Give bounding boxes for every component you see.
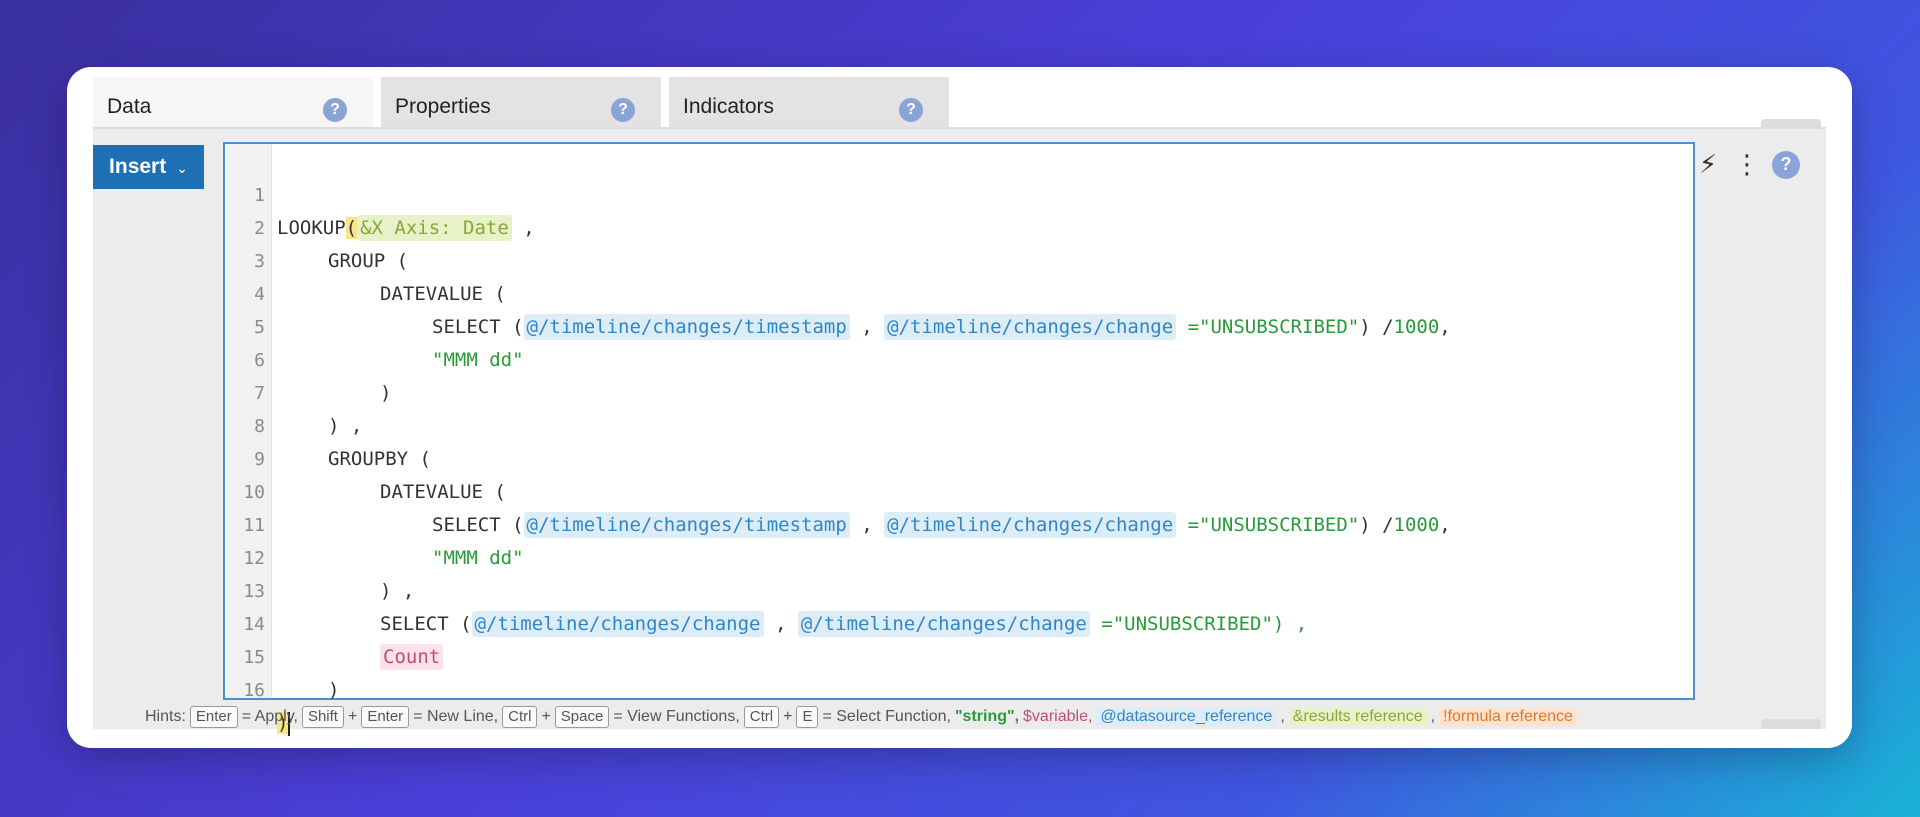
code-line-13: 13 SELECT (@/timeline/changes/change , @… bbox=[225, 542, 1307, 637]
code-line-8: 8 GROUPBY ( bbox=[225, 377, 431, 470]
code-line-11: 11 "MMM dd" bbox=[225, 476, 523, 569]
hint-new-line: = New Line, bbox=[413, 708, 499, 725]
editor-toolbar: ⚡ ⋮ ? bbox=[1696, 149, 1800, 180]
code-line-7: 7 ) , bbox=[225, 344, 362, 437]
code-line-4: 4 SELECT (@/timeline/changes/timestamp ,… bbox=[225, 245, 1451, 340]
plus-sign: + bbox=[541, 708, 551, 725]
key-ctrl: Ctrl bbox=[743, 706, 780, 728]
paren-token: ) bbox=[380, 382, 392, 404]
insert-label: Insert bbox=[109, 155, 167, 178]
paren-token: ) bbox=[328, 679, 340, 701]
datasource-reference-token[interactable]: @/timeline/changes/change bbox=[471, 611, 764, 637]
string-token: ="UNSUBSCRIBED") , bbox=[1101, 613, 1308, 635]
hint-view-functions: = View Functions, bbox=[613, 708, 740, 725]
tab-properties-label: Properties bbox=[395, 95, 491, 118]
function-token: GROUPBY ( bbox=[328, 448, 431, 470]
lightning-icon[interactable]: ⚡ bbox=[1696, 149, 1720, 180]
code-line-6: 6 ) bbox=[225, 311, 391, 404]
chevron-down-icon: ⌄ bbox=[176, 159, 188, 176]
datasource-reference-token[interactable]: @/timeline/changes/timestamp bbox=[523, 512, 850, 538]
operator-token: ) / bbox=[1359, 514, 1394, 536]
formula-editor-panel: Data ? Properties ? Indicators ? Insert … bbox=[67, 67, 1852, 748]
comma-token: , bbox=[1439, 514, 1451, 536]
hint-select-function: = Select Function, bbox=[822, 708, 951, 725]
hint-variable: $variable, bbox=[1023, 708, 1093, 725]
function-token: SELECT ( bbox=[432, 514, 524, 536]
string-token: ="UNSUBSCRIBED" bbox=[1187, 316, 1360, 338]
operator-token: ) / bbox=[1359, 316, 1394, 338]
function-token: GROUP ( bbox=[328, 250, 409, 272]
key-e: E bbox=[796, 706, 819, 728]
number-token: 1000 bbox=[1393, 514, 1440, 536]
help-icon[interactable]: ? bbox=[323, 98, 347, 122]
datasource-reference-token[interactable]: @/timeline/changes/timestamp bbox=[523, 314, 850, 340]
function-token: SELECT ( bbox=[432, 316, 524, 338]
comma-token: , bbox=[523, 217, 535, 239]
hint-comma: , bbox=[1430, 708, 1436, 725]
code-line-15: 15 ) bbox=[225, 608, 339, 701]
function-token: DATEVALUE ( bbox=[380, 481, 506, 503]
function-token: DATEVALUE ( bbox=[380, 283, 506, 305]
plus-sign: + bbox=[783, 708, 793, 725]
function-token: SELECT ( bbox=[380, 613, 472, 635]
code-line-9: 9 DATEVALUE ( bbox=[225, 410, 506, 503]
hints-label: Hints: bbox=[145, 708, 186, 725]
hint-comma: , bbox=[1280, 708, 1285, 725]
key-space: Space bbox=[554, 706, 610, 728]
key-shift: Shift bbox=[301, 706, 344, 728]
hint-datasource-reference: @datasource_reference bbox=[1096, 708, 1277, 726]
key-ctrl: Ctrl bbox=[502, 706, 538, 728]
code-line-14: 14 Count bbox=[225, 575, 444, 670]
string-token: "MMM dd" bbox=[432, 349, 524, 371]
comma-token: , bbox=[861, 316, 873, 338]
string-token: ="UNSUBSCRIBED" bbox=[1187, 514, 1360, 536]
hints-bar: Hints: Enter = Apply, Shift + Enter = New … bbox=[145, 705, 1577, 729]
formula-code-editor[interactable]: 1 LOOKUP(&X Axis: Date , 2 GROUP ( 3 DAT… bbox=[223, 142, 1695, 736]
formula-reference-token[interactable]: Count bbox=[380, 644, 444, 670]
scroll-tab-top bbox=[1761, 119, 1821, 129]
code-line-12: 12 ) , bbox=[225, 509, 414, 602]
key-enter: Enter bbox=[189, 706, 238, 728]
code-line-2: 2 GROUP ( bbox=[225, 179, 408, 272]
datasource-reference-token[interactable]: @/timeline/changes/change bbox=[797, 611, 1090, 637]
plus-sign: + bbox=[347, 708, 358, 725]
code-line-3: 3 DATEVALUE ( bbox=[225, 212, 506, 305]
matched-bracket: ( bbox=[345, 217, 358, 239]
string-token: "MMM dd" bbox=[432, 547, 524, 569]
comma-token: , bbox=[861, 514, 873, 536]
number-token: 1000 bbox=[1393, 316, 1440, 338]
code-line-5: 5 "MMM dd" bbox=[225, 278, 523, 371]
paren-token: ) , bbox=[380, 580, 415, 602]
data-work-area: Insert ⌄ 1 LOOKUP(&X Axis: Date , 2 GROU… bbox=[93, 119, 1826, 736]
scroll-tab-bottom bbox=[1761, 719, 1821, 729]
code-line-10: 10 SELECT (@/timeline/changes/timestamp … bbox=[225, 443, 1451, 538]
insert-button[interactable]: Insert ⌄ bbox=[93, 145, 204, 189]
line-number: 16 bbox=[243, 680, 265, 701]
help-icon[interactable]: ? bbox=[899, 98, 923, 122]
hint-string: "string", bbox=[954, 708, 1020, 725]
code-line-16: 16 ) bbox=[225, 641, 317, 736]
datasource-reference-token[interactable]: @/timeline/changes/change bbox=[884, 512, 1177, 538]
hint-formula-reference: !formula reference bbox=[1439, 708, 1577, 726]
tab-data-label: Data bbox=[107, 95, 152, 118]
paren-token: ) , bbox=[328, 415, 363, 437]
help-icon[interactable]: ? bbox=[1772, 150, 1800, 179]
hint-results-reference: &results reference bbox=[1288, 708, 1427, 726]
help-icon[interactable]: ? bbox=[611, 98, 635, 122]
key-enter: Enter bbox=[361, 706, 410, 728]
more-options-icon[interactable]: ⋮ bbox=[1734, 149, 1760, 180]
hint-apply: = Apply, bbox=[241, 708, 298, 725]
tab-indicators-label: Indicators bbox=[683, 95, 775, 118]
comma-token: , bbox=[774, 613, 787, 635]
code-line-1: 1 LOOKUP(&X Axis: Date , bbox=[225, 146, 535, 241]
comma-token: , bbox=[1439, 316, 1451, 338]
datasource-reference-token[interactable]: @/timeline/changes/change bbox=[884, 314, 1177, 340]
results-reference-token[interactable]: &X Axis: Date bbox=[357, 215, 512, 241]
